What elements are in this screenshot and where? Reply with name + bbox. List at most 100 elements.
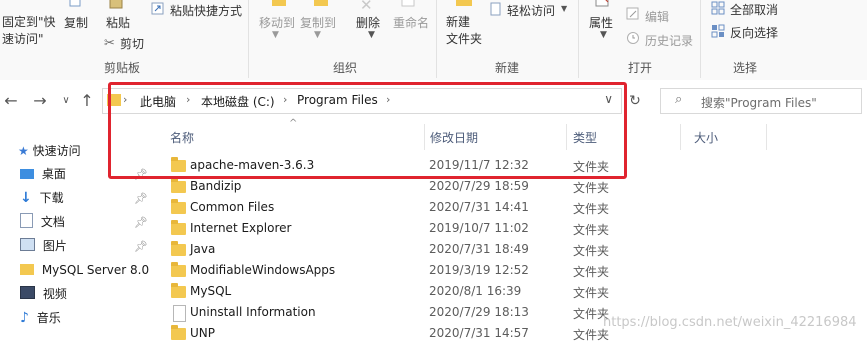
search-icon: ⌕ [675,92,683,107]
select-none-icon [711,1,725,15]
copy-icon [69,0,81,7]
nav-pictures[interactable]: 图片 [20,236,67,256]
up-button[interactable]: ↑ [78,91,96,111]
column-divider[interactable] [566,124,567,150]
file-date: 2020/7/29 18:13 [429,305,529,319]
folder-icon [171,283,186,298]
pin-quick-access-button[interactable]: 固定到"快 速访问" [2,14,56,48]
invert-selection-button[interactable]: 反向选择 [730,24,778,41]
file-date: 2020/7/31 14:41 [429,200,529,214]
file-row[interactable]: ModifiableWindowsApps 2019/3/19 12:52 文件… [163,261,633,282]
copy-to-button[interactable]: 复制到 [300,14,336,31]
pin-icon[interactable]: 📌︎ [134,192,148,205]
folder-icon [171,178,186,193]
ribbon-divider [436,0,437,78]
move-to-dropdown-icon: ▼ [272,30,279,40]
nav-music[interactable]: ♪ 音乐 [20,308,61,328]
edit-button[interactable]: 编辑 [645,8,669,25]
pin-icon[interactable]: 📌︎ [134,168,148,181]
nav-quick-access[interactable]: ★ 快速访问 [18,141,81,161]
nav-label: 视频 [42,287,67,301]
video-icon [20,286,35,299]
column-divider[interactable] [424,124,425,150]
select-none-button[interactable]: 全部取消 [730,1,778,18]
column-date[interactable]: 修改日期 [430,129,478,146]
watermark: https://blog.csdn.net/weixin_42216984 [603,315,857,330]
file-date: 2020/8/1 16:39 [429,284,522,298]
forward-button[interactable]: → [31,91,49,111]
recent-locations-dropdown[interactable]: ∨ [57,91,75,111]
history-button[interactable]: 历史记录 [645,32,693,49]
delete-button[interactable]: 删除 [356,14,380,31]
pin-icon[interactable]: 📌︎ [134,216,148,229]
paste-shortcut-button[interactable]: 粘贴快捷方式 [170,2,242,19]
nav-mysql-server[interactable]: MySQL Server 8.0 [20,260,149,280]
folder-icon [20,264,34,275]
invert-selection-icon [711,24,725,38]
new-group-label: 新建 [495,61,520,75]
file-name: Uninstall Information [190,305,316,319]
folder-icon [171,241,186,256]
clipboard-group-label: 剪贴板 [104,61,141,75]
nav-downloads[interactable]: ↓ 下载 [20,188,64,208]
file-name: UNP [190,326,215,340]
move-to-button[interactable]: 移动到 [259,14,295,31]
breadcrumb-separator-icon: › [283,93,288,106]
pin-icon[interactable]: 📌︎ [134,240,148,253]
paste-icon [109,0,123,9]
properties-dropdown-icon: ▼ [600,30,607,40]
ribbon-divider [578,0,579,78]
history-icon [627,32,639,44]
column-divider[interactable] [766,124,767,150]
address-dropdown-icon[interactable]: ∨ [604,92,613,106]
file-date: 2019/10/7 11:02 [429,221,529,235]
file-date: 2020/7/31 18:49 [429,242,529,256]
easy-access-icon [490,2,501,16]
breadcrumb-separator-icon: › [386,93,391,106]
file-row[interactable]: Common Files 2020/7/31 14:41 文件夹 [163,198,633,219]
rename-button[interactable]: 重命名 [393,14,429,31]
nav-documents[interactable]: 文档 [20,212,65,232]
nav-desktop[interactable]: 桌面 [20,164,66,184]
easy-access-dropdown-icon: ▼ [561,4,568,13]
sort-ascending-icon: ^ [289,118,298,129]
file-name: Internet Explorer [190,221,292,235]
folder-icon [171,199,186,214]
file-row[interactable]: Bandizip 2020/7/29 18:59 文件夹 [163,177,633,198]
breadcrumb-this-pc[interactable]: 此电脑 [140,93,176,110]
folder-icon [171,157,186,172]
search-input[interactable]: 搜索"Program Files" [701,94,817,111]
back-button[interactable]: ← [2,91,20,111]
file-row[interactable]: Java 2020/7/31 18:49 文件夹 [163,240,633,261]
file-type: 文件夹 [573,160,610,174]
breadcrumb-local-disk[interactable]: 本地磁盘 (C:) [201,93,275,110]
easy-access-button[interactable]: 轻松访问 [507,2,555,19]
file-name: MySQL [190,284,232,298]
star-icon: ★ [18,144,29,158]
column-name[interactable]: 名称 [170,129,194,146]
refresh-button[interactable]: ↻ [626,91,644,111]
file-row[interactable]: Uninstall Information 2020/7/29 18:13 文件… [163,303,633,324]
cut-button[interactable]: 剪切 [120,35,144,52]
new-folder-button[interactable]: 新建 文件夹 [446,14,482,48]
file-date: 2019/11/7 12:32 [429,158,529,172]
column-type[interactable]: 类型 [573,129,597,146]
file-type: 文件夹 [573,286,610,300]
open-group-label: 打开 [628,61,653,75]
ribbon-divider [248,0,249,78]
properties-button[interactable]: 属性 [589,14,613,31]
breadcrumb-program-files[interactable]: Program Files [297,93,378,107]
file-row[interactable]: apache-maven-3.6.3 2019/11/7 12:32 文件夹 [163,156,633,177]
copy-button[interactable]: 复制 [64,14,88,31]
file-row[interactable]: MySQL 2020/8/1 16:39 文件夹 [163,282,633,303]
search-box[interactable]: ⌕ 搜索"Program Files" [660,88,862,114]
column-size[interactable]: 大小 [694,129,718,146]
nav-videos[interactable]: 视频 [20,284,67,304]
file-name: Java [190,242,216,256]
music-icon: ♪ [20,310,29,326]
file-name: Bandizip [190,179,242,193]
file-row[interactable]: Internet Explorer 2019/10/7 11:02 文件夹 [163,219,633,240]
column-divider[interactable] [680,124,681,150]
file-type: 文件夹 [573,223,610,237]
paste-button[interactable]: 粘贴 [106,14,130,31]
